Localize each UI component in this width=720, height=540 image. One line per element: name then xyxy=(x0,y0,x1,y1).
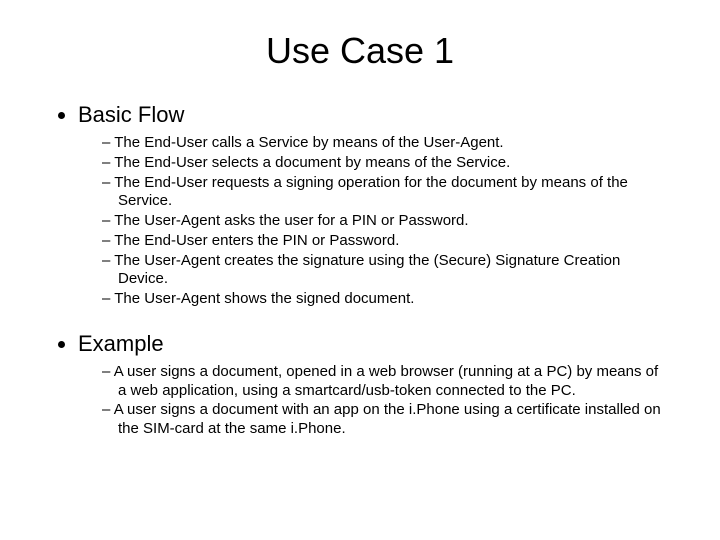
list-item: The End-User enters the PIN or Password. xyxy=(102,232,670,251)
sub-bullet-list: The End-User calls a Service by means of… xyxy=(78,134,670,309)
section-heading-text: Basic Flow xyxy=(78,102,184,127)
slide-title: Use Case 1 xyxy=(50,30,670,72)
list-item: The End-User requests a signing operatio… xyxy=(102,174,670,212)
list-item: The End-User calls a Service by means of… xyxy=(102,134,670,153)
list-item: The End-User selects a document by means… xyxy=(102,154,670,173)
sub-bullet-list: A user signs a document, opened in a web… xyxy=(78,363,670,439)
section-heading: Example A user signs a document, opened … xyxy=(78,331,670,439)
bullet-list: Basic Flow The End-User calls a Service … xyxy=(50,102,670,439)
list-item: The User-Agent creates the signature usi… xyxy=(102,252,670,290)
list-item: The User-Agent shows the signed document… xyxy=(102,290,670,309)
list-item: A user signs a document with an app on t… xyxy=(102,401,670,439)
section-heading-text: Example xyxy=(78,331,164,356)
list-item: A user signs a document, opened in a web… xyxy=(102,363,670,401)
list-item: The User-Agent asks the user for a PIN o… xyxy=(102,212,670,231)
section-heading: Basic Flow The End-User calls a Service … xyxy=(78,102,670,309)
slide: Use Case 1 Basic Flow The End-User calls… xyxy=(0,0,720,540)
